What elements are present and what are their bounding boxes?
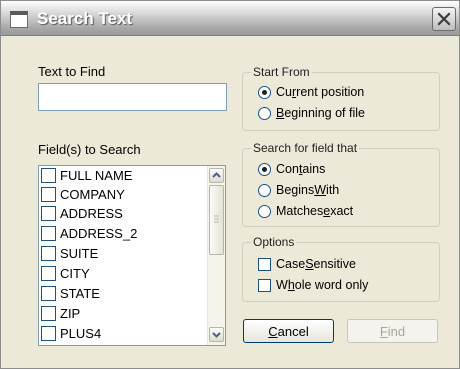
list-item[interactable]: FULL NAME [41, 168, 132, 183]
list-item[interactable]: CITY [41, 266, 90, 281]
radio-button[interactable] [258, 106, 271, 120]
text-to-find-input[interactable] [38, 83, 227, 111]
chevron-up-icon [212, 172, 221, 178]
radio-button[interactable] [258, 162, 271, 176]
radio-beginning-of-file[interactable]: Beginning of file [258, 106, 365, 120]
field-label: FULL NAME [60, 168, 133, 183]
search-for-legend: Search for field that [251, 141, 360, 155]
options-group: Options [242, 235, 440, 302]
radio-button[interactable] [258, 204, 271, 218]
text-to-find-label: Text to Find [38, 64, 106, 79]
radio-current-position[interactable]: Cu r rent position [258, 85, 364, 99]
list-scrollbar[interactable] [207, 166, 225, 345]
list-item[interactable]: ADDRESS_2 [41, 226, 137, 241]
field-checkbox[interactable] [41, 246, 56, 261]
radio-contains[interactable]: Con t ains [258, 162, 325, 176]
field-checkbox[interactable] [41, 226, 56, 241]
list-item[interactable]: SUITE [41, 246, 98, 261]
close-icon [437, 12, 451, 26]
checkbox[interactable] [258, 257, 271, 271]
field-checkbox[interactable] [41, 326, 56, 341]
radio-button[interactable] [258, 85, 271, 99]
list-item[interactable]: ADDRESS [41, 206, 123, 221]
field-checkbox[interactable] [41, 187, 56, 202]
field-label: PLUS4 [60, 326, 102, 341]
field-checkbox[interactable] [41, 266, 56, 281]
field-checkbox[interactable] [41, 286, 56, 301]
close-button[interactable] [432, 7, 456, 31]
field-label: ADDRESS [60, 206, 123, 221]
field-checkbox[interactable] [41, 206, 56, 221]
options-legend: Options [251, 235, 297, 249]
checkbox-whole-word-only[interactable]: Wh ole word only [258, 278, 368, 292]
radio-button[interactable] [258, 183, 271, 197]
list-item[interactable]: ZIP [41, 306, 80, 321]
fields-to-search-label: Field(s) to Search [38, 142, 141, 157]
cancel-button[interactable]: Cancel [243, 319, 334, 343]
checkbox[interactable] [258, 278, 271, 292]
chevron-down-icon [212, 332, 221, 338]
list-item[interactable]: COMPANY [41, 187, 125, 202]
scroll-thumb[interactable] [209, 185, 224, 255]
field-label: ZIP [60, 306, 81, 321]
radio-matches-exact[interactable]: Matches e xact [258, 204, 353, 218]
field-checkbox[interactable] [41, 168, 56, 183]
field-label: CITY [60, 266, 90, 281]
start-from-legend: Start From [251, 65, 312, 79]
list-item[interactable]: PLUS4 [41, 326, 101, 341]
radio-begins-with[interactable]: Begins With [258, 183, 339, 197]
window-title: Search Text [37, 9, 133, 28]
scroll-down-button[interactable] [209, 327, 224, 342]
scroll-up-button[interactable] [209, 168, 224, 183]
list-item[interactable]: STATE [41, 286, 100, 301]
search-text-dialog: Search Text Text to Find Field(s) to Sea… [0, 0, 460, 369]
field-label: COMPANY [60, 187, 125, 202]
window-icon [10, 11, 28, 28]
title-bar[interactable]: Search Text [1, 1, 459, 36]
grip-icon [214, 215, 219, 223]
field-checkbox[interactable] [41, 306, 56, 321]
fields-listbox[interactable]: FULL NAME COMPANY ADDRESS ADDRESS_2 SUIT… [38, 165, 226, 346]
start-from-group: Start From [242, 65, 440, 131]
field-label: ADDRESS_2 [60, 226, 138, 241]
find-button[interactable]: Find [347, 319, 438, 343]
field-label: SUITE [60, 246, 99, 261]
field-label: STATE [60, 286, 100, 301]
checkbox-case-sensitive[interactable]: Case Sensitive [258, 257, 356, 271]
